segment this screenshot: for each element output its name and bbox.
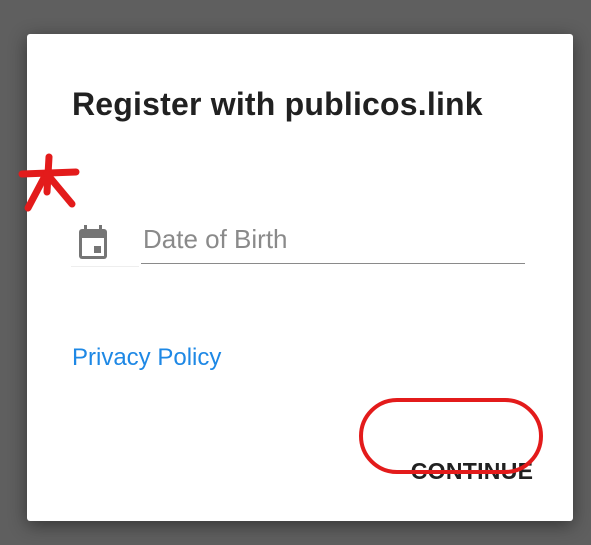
required-asterisk-marker [18, 153, 80, 212]
continue-button[interactable]: CONTINUE [401, 446, 543, 496]
register-dialog: Register with publicos.link Privacy Poli… [27, 34, 573, 521]
icon-underline [71, 266, 139, 267]
calendar-icon[interactable] [77, 224, 109, 260]
date-of-birth-field [71, 220, 527, 268]
dialog-title: Register with publicos.link [72, 86, 483, 122]
privacy-policy-link[interactable]: Privacy Policy [72, 344, 221, 372]
date-of-birth-input[interactable] [141, 220, 525, 264]
